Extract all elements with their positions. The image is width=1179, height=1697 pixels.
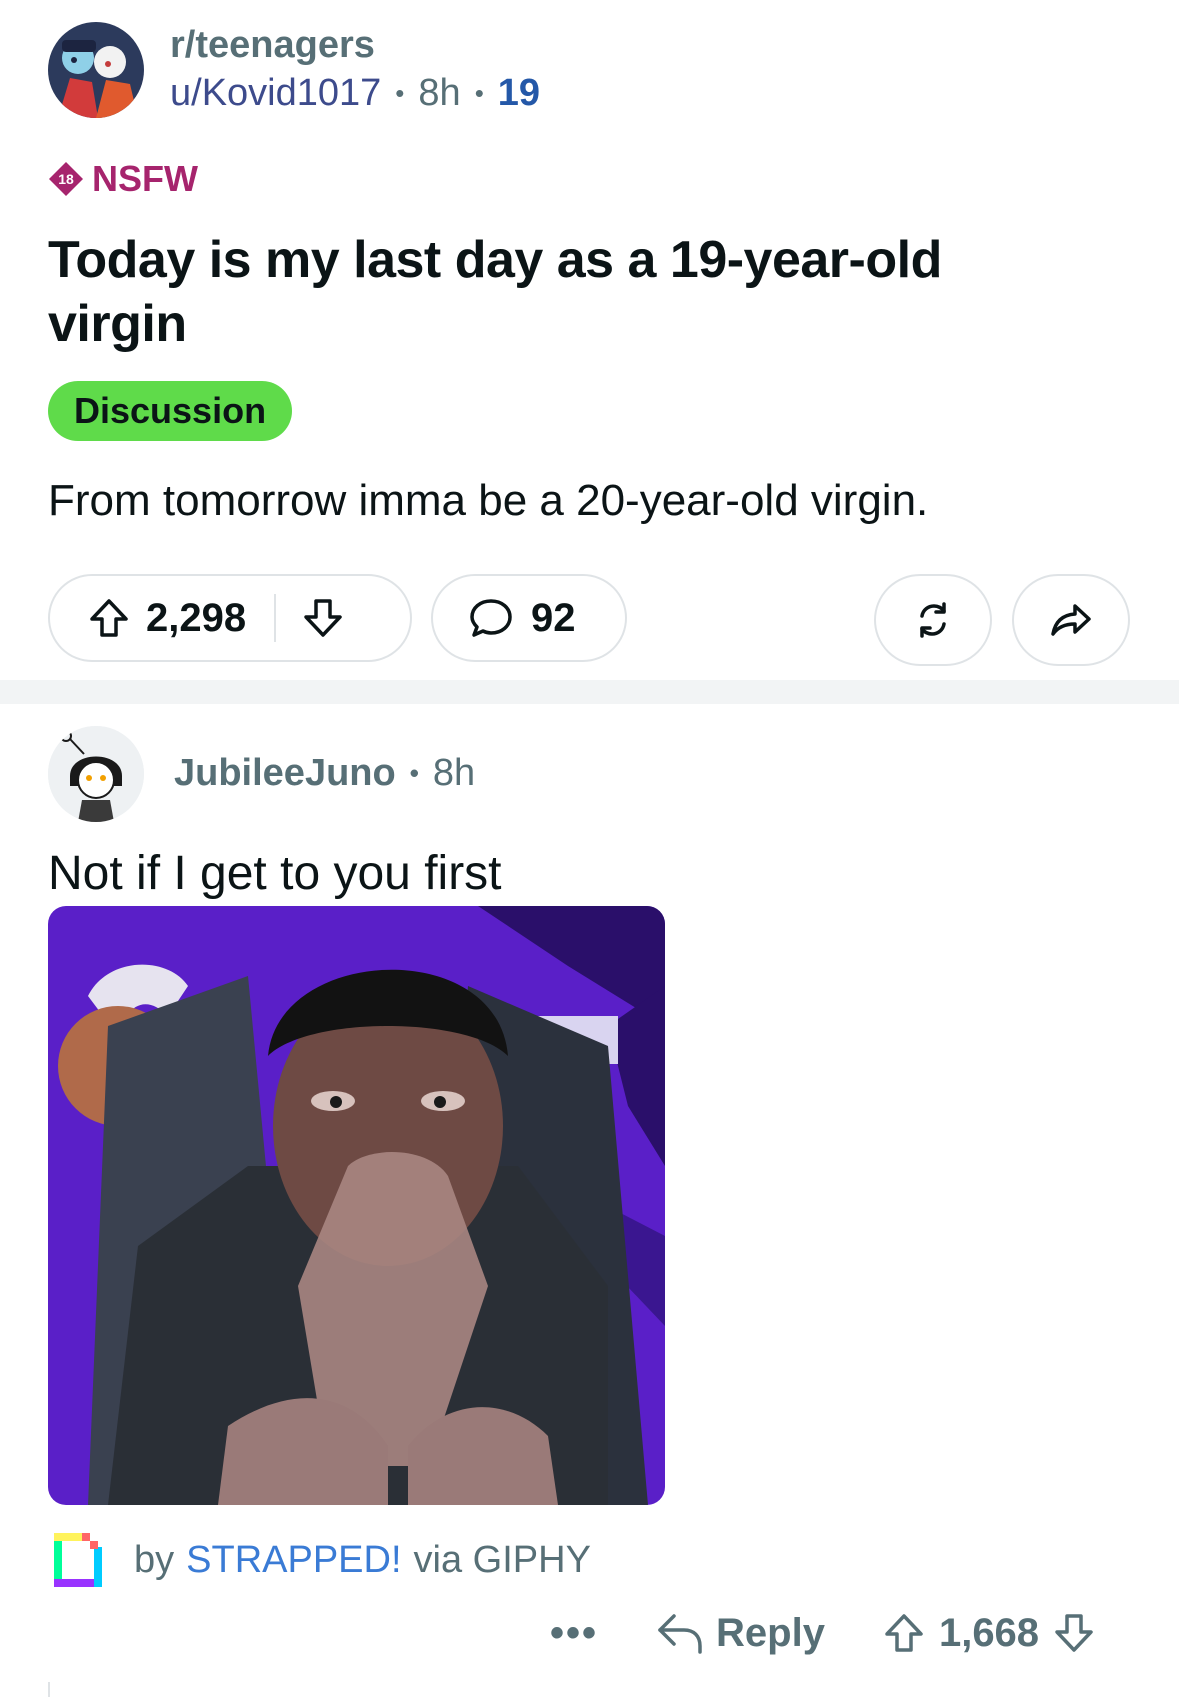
share-button[interactable] xyxy=(1012,574,1130,666)
comment-author[interactable]: JubileeJuno xyxy=(174,752,396,795)
comment-score: 1,668 xyxy=(938,1610,1040,1655)
meta-separator: • xyxy=(409,758,419,788)
post-score: 2,298 xyxy=(146,595,247,640)
comment-text: Not if I get to you first xyxy=(48,847,502,900)
post-meta: u/Kovid1017 • 8h • 19 xyxy=(170,72,540,115)
comment-meta: JubileeJuno • 8h xyxy=(174,752,475,795)
post-meta-count: 19 xyxy=(497,72,541,114)
reply-button[interactable]: Reply xyxy=(716,1611,825,1656)
meta-separator: • xyxy=(474,78,484,108)
meta-separator: • xyxy=(395,78,405,108)
post-author[interactable]: u/Kovid1017 xyxy=(170,72,381,115)
nsfw-badge-text: 18 xyxy=(58,171,74,187)
share-arrow-icon xyxy=(1051,604,1091,636)
comment-age: 8h xyxy=(432,752,476,794)
repost-icon xyxy=(920,602,946,638)
post-flair[interactable]: Discussion xyxy=(48,381,293,441)
arrow-down-icon[interactable] xyxy=(300,595,346,641)
arrow-down-icon[interactable] xyxy=(1051,1610,1097,1656)
gif-credit-suffix: via GIPHY xyxy=(413,1538,591,1581)
commenter-avatar[interactable] xyxy=(48,726,144,822)
comments-button[interactable]: 92 xyxy=(431,574,627,662)
comment-count: 92 xyxy=(531,595,576,640)
post-title[interactable]: Today is my last day as a 19-year-old vi… xyxy=(48,228,1028,356)
arrow-up-icon[interactable] xyxy=(86,595,132,641)
subreddit-name[interactable]: r/teenagers xyxy=(170,24,375,67)
speech-bubble-icon xyxy=(470,599,512,637)
vote-divider xyxy=(274,594,277,642)
comment-actions: ••• Reply 1,668 xyxy=(550,1610,1097,1656)
nsfw-label: NSFW xyxy=(92,158,198,199)
subreddit-avatar[interactable] xyxy=(48,22,144,118)
giphy-logo-icon xyxy=(54,1533,102,1587)
more-options-button[interactable]: ••• xyxy=(550,1611,598,1656)
repost-button[interactable] xyxy=(874,574,992,666)
post-body: From tomorrow imma be a 20-year-old virg… xyxy=(48,476,929,525)
thread-line xyxy=(48,1682,50,1697)
nsfw-badge-icon: 18 xyxy=(49,162,83,196)
nsfw-tag: 18 NSFW xyxy=(48,158,198,200)
reply-arrow-icon[interactable] xyxy=(654,1610,704,1656)
arrow-up-icon[interactable] xyxy=(881,1610,927,1656)
gif-artist-link[interactable]: STRAPPED! xyxy=(186,1539,401,1582)
post-age: 8h xyxy=(418,72,461,114)
section-divider xyxy=(0,680,1179,704)
gif-credit-prefix: by xyxy=(134,1538,175,1581)
vote-control: 2,298 xyxy=(48,574,412,662)
comment-gif[interactable] xyxy=(48,906,665,1505)
gif-credit: by STRAPPED! via GIPHY xyxy=(52,1531,591,1589)
